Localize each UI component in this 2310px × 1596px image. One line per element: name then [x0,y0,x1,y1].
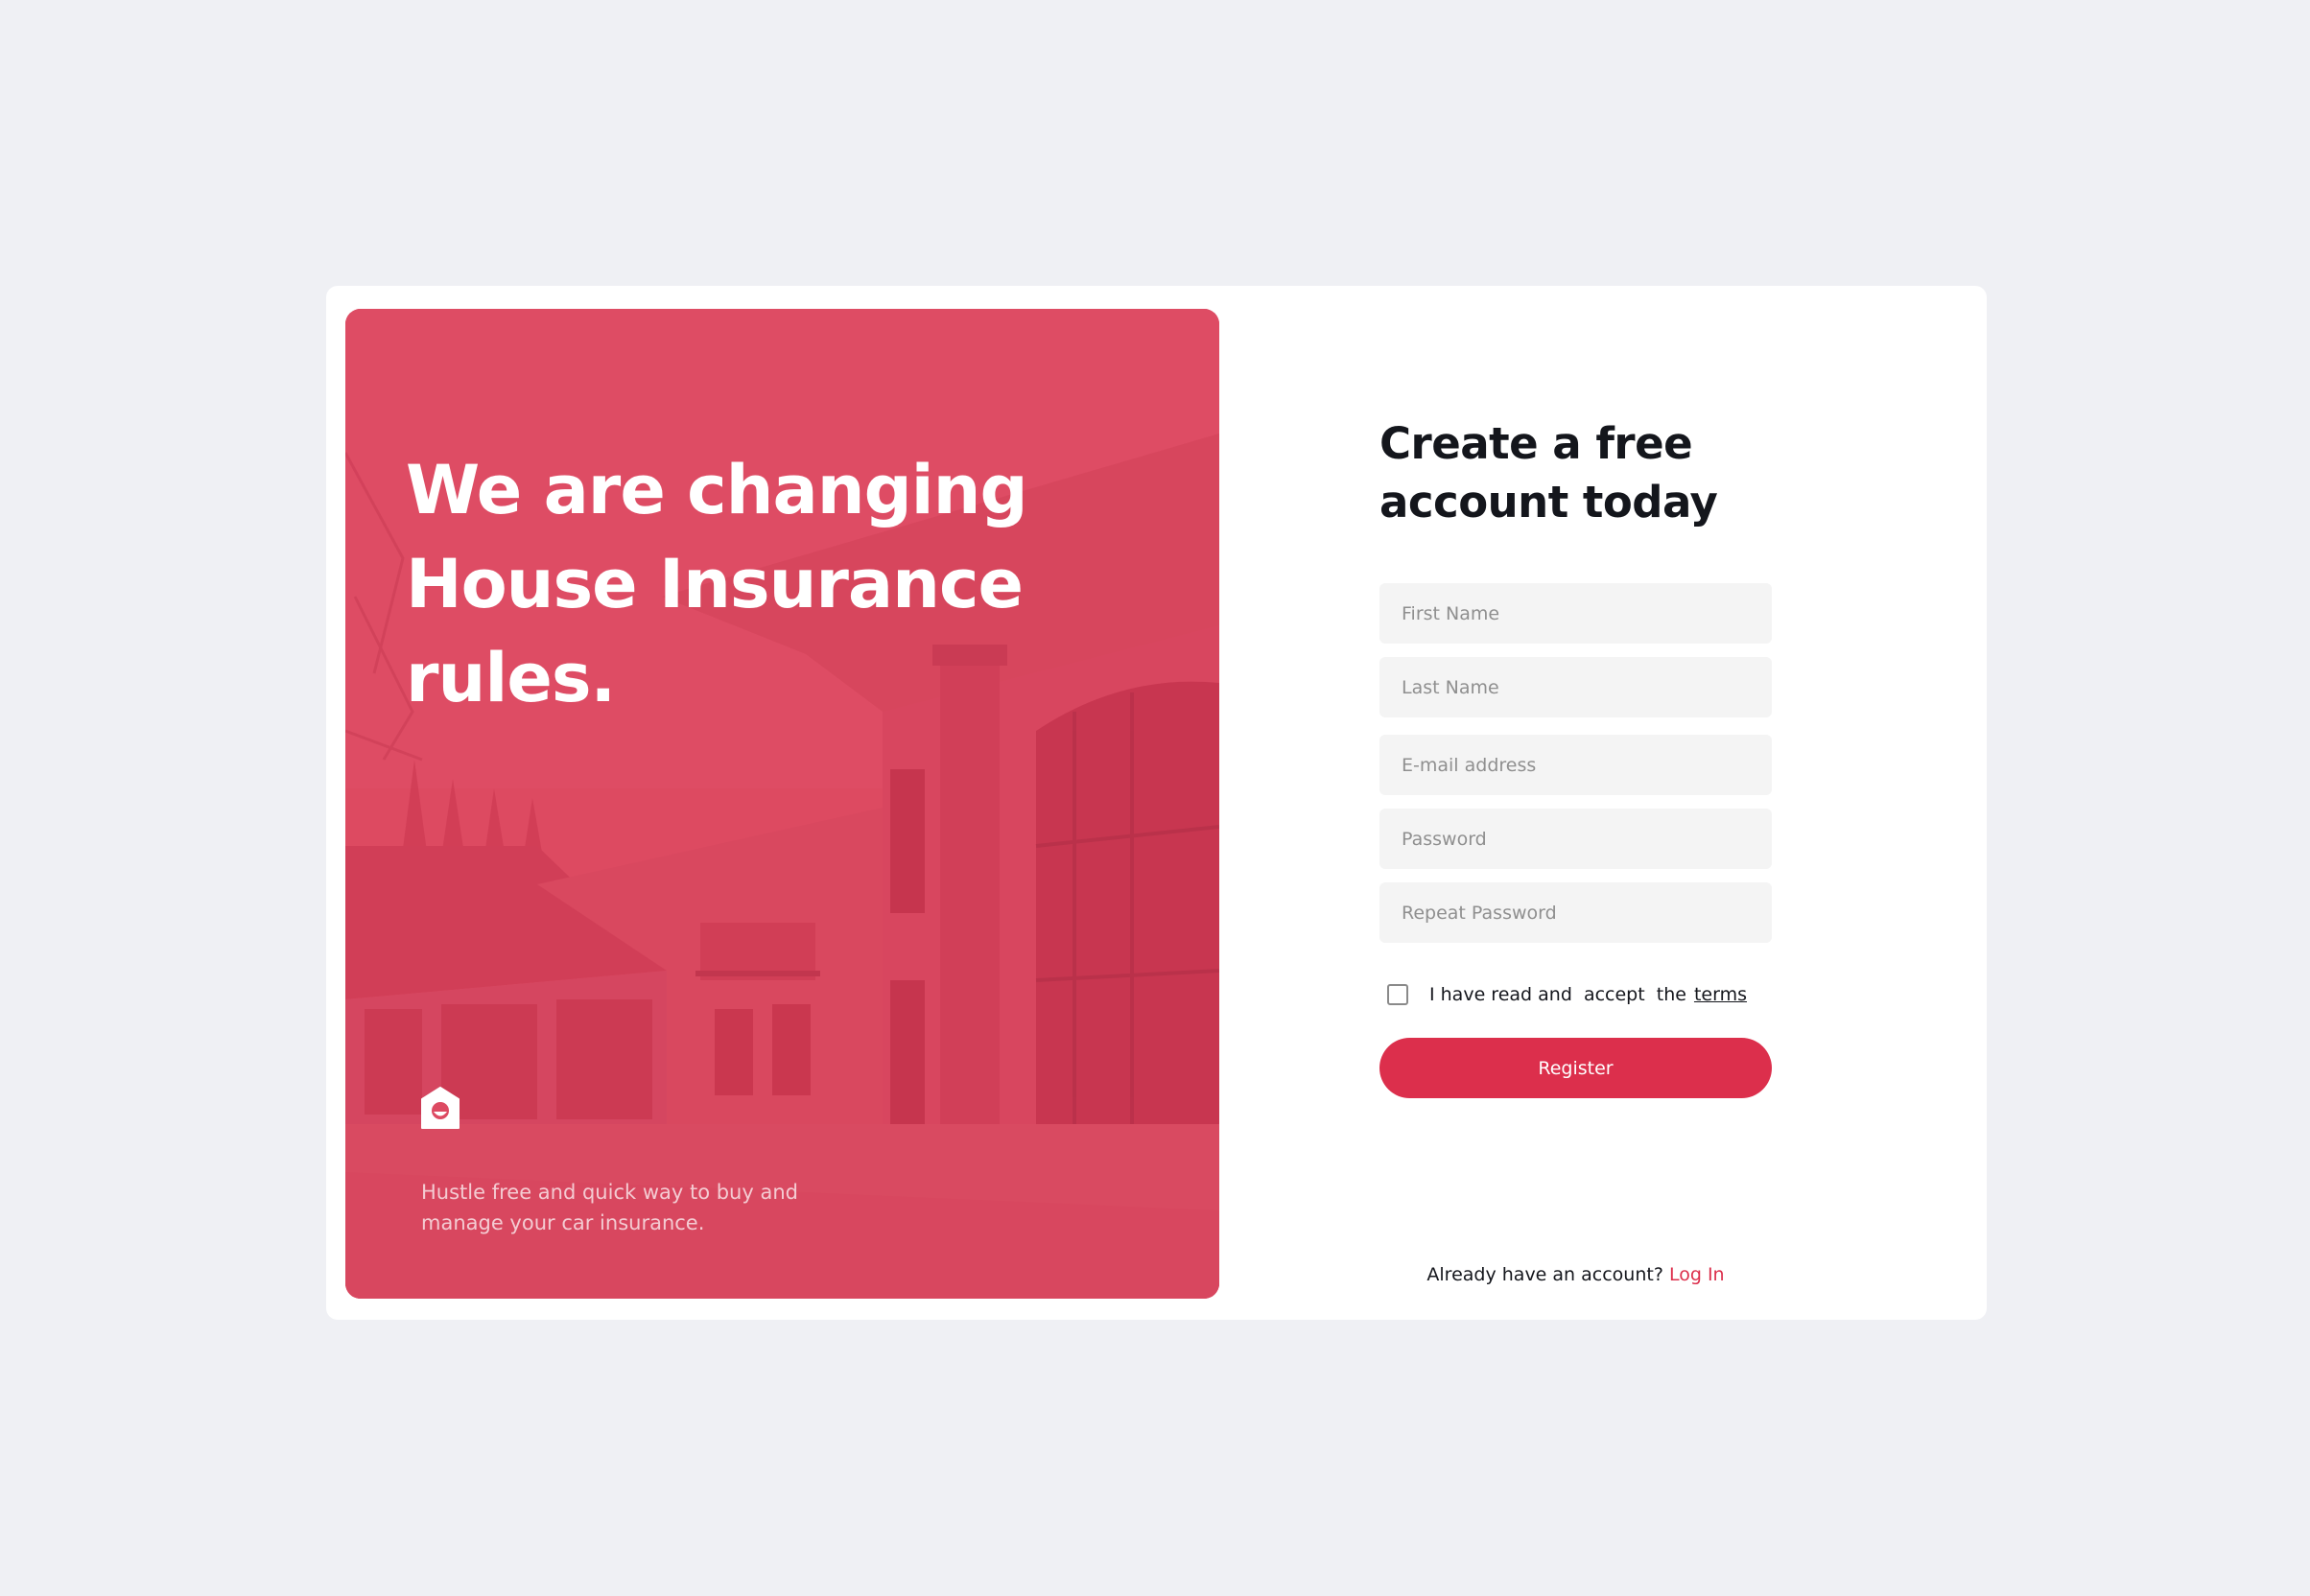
repeat-password-field[interactable] [1379,882,1772,943]
password-field[interactable] [1379,809,1772,869]
hero-title: We are changing House Insurance rules. [406,451,1028,717]
login-row: Already have an account? Log In [1379,1264,1772,1285]
terms-checkbox[interactable] [1387,984,1408,1005]
hero-panel: We are changing House Insurance rules. H… [345,309,1219,1299]
login-prompt: Already have an account? [1426,1264,1663,1285]
signup-form: Create a free account today I have read … [1379,286,1821,1320]
last-name-field[interactable] [1379,657,1772,717]
terms-label: I have read and accept the [1429,984,1686,1005]
signup-card: We are changing House Insurance rules. H… [326,286,1987,1320]
form-title: Create a free account today [1379,418,1718,528]
login-link[interactable]: Log In [1669,1264,1725,1285]
terms-row: I have read and accept the terms [1387,980,1747,1009]
first-name-field[interactable] [1379,583,1772,644]
email-field[interactable] [1379,735,1772,795]
house-logo-icon [421,1087,460,1129]
terms-link[interactable]: terms [1694,984,1747,1005]
register-button[interactable]: Register [1379,1038,1772,1098]
hero-tagline: Hustle free and quick way to buy and man… [421,1181,798,1234]
